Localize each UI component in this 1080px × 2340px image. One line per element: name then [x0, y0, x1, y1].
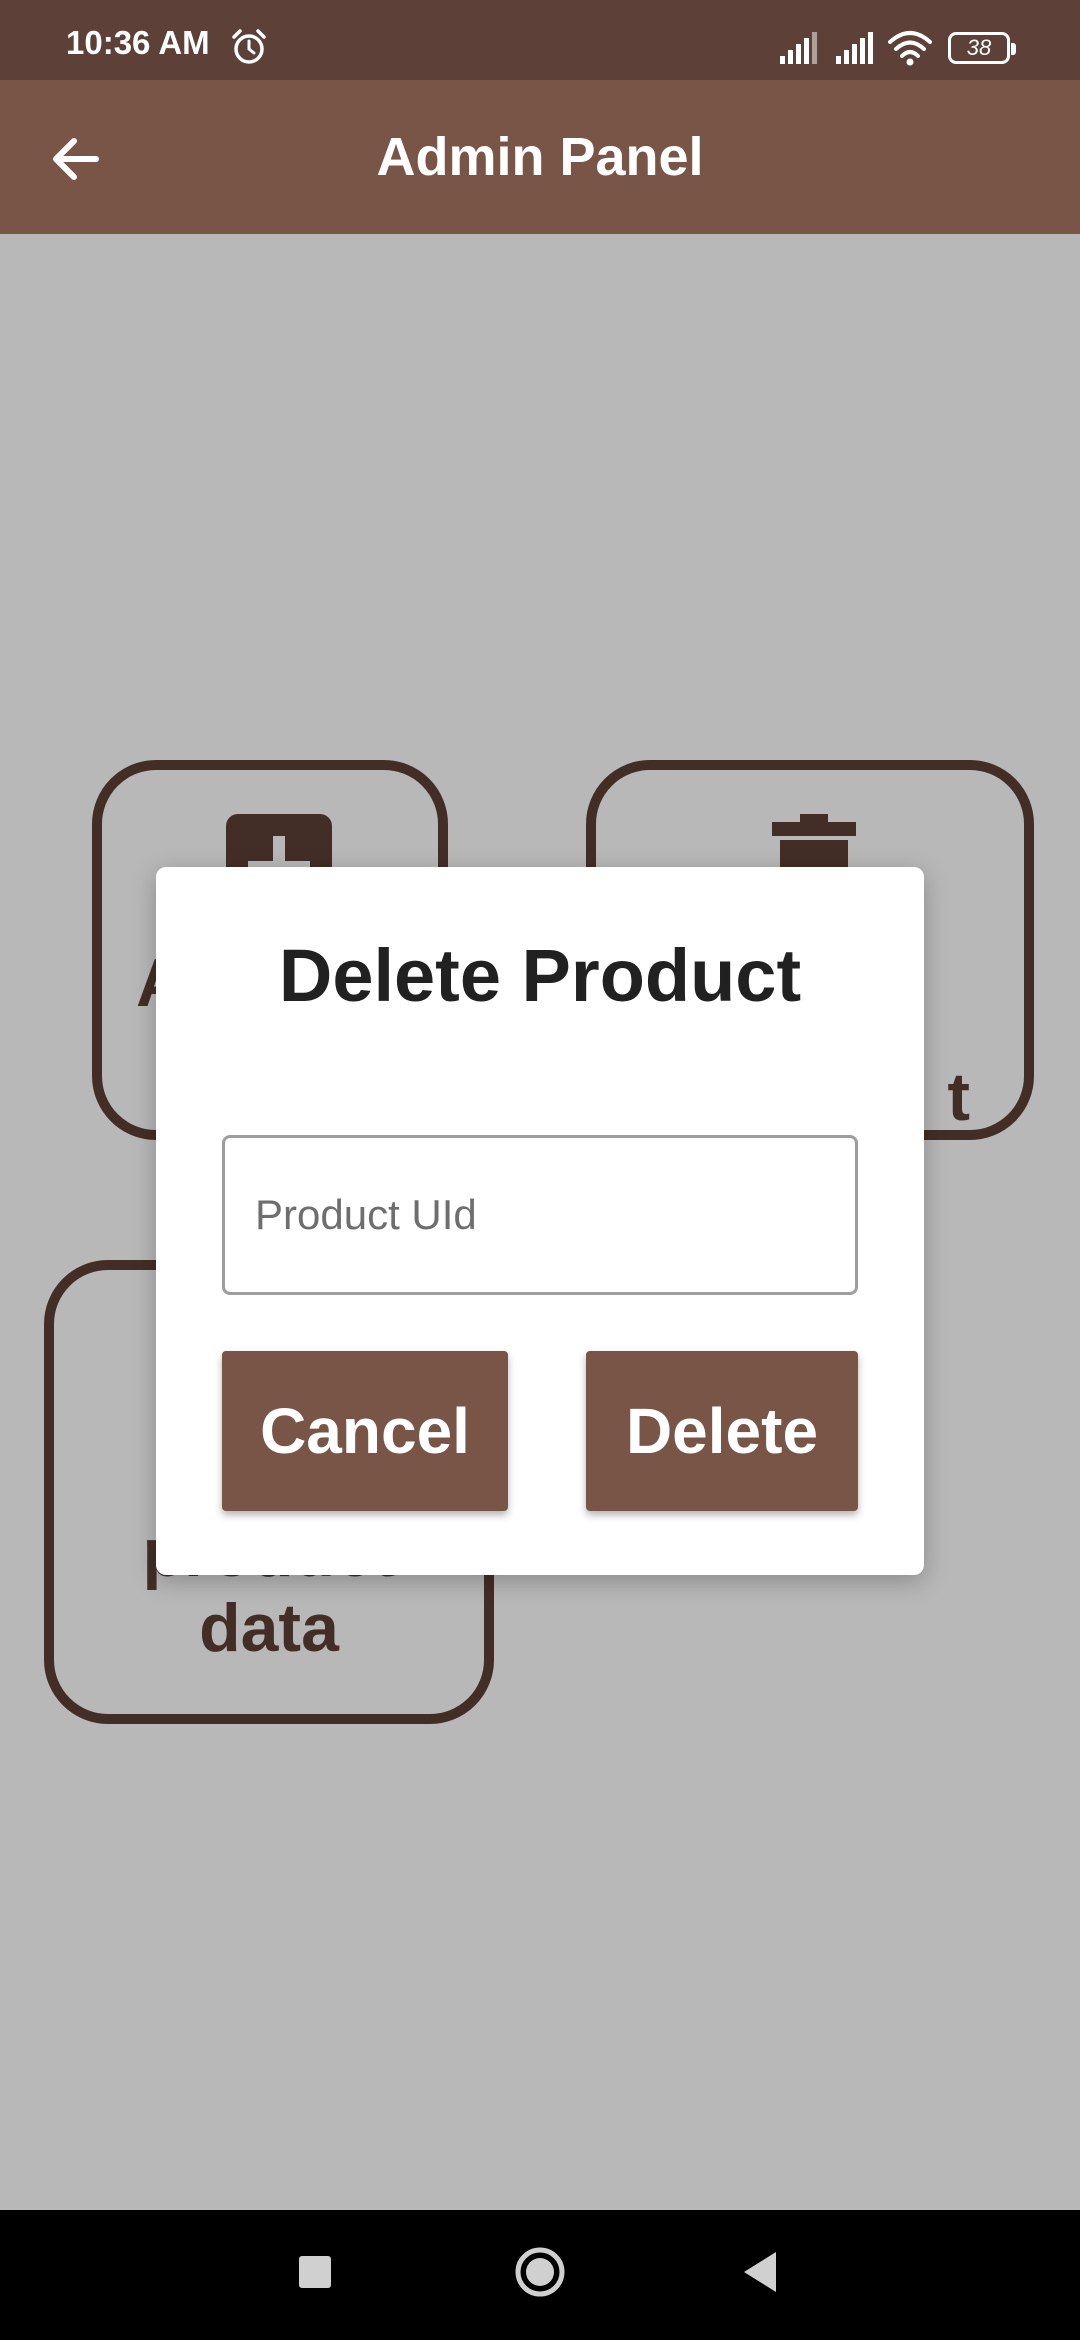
status-time: 10:36 AM	[66, 24, 210, 61]
status-bar: 10:36 AM 38	[0, 0, 1080, 80]
screen: 10:36 AM 38 Admin Panel t data Delete Pr…	[0, 0, 1080, 2340]
product-uid-input[interactable]	[222, 1135, 858, 1295]
signal-icon	[780, 32, 817, 64]
delete-product-dialog: Delete Product Cancel Delete	[156, 867, 924, 1575]
alarm-icon	[232, 29, 266, 64]
page-title: Admin Panel	[376, 127, 704, 187]
battery-icon: 38	[948, 32, 1016, 64]
delete-button[interactable]: Delete	[586, 1351, 858, 1511]
navigation-bar	[0, 2210, 1080, 2340]
recents-icon[interactable]	[299, 2256, 331, 2288]
cancel-button[interactable]: Cancel	[222, 1351, 508, 1511]
dialog-title: Delete Product	[278, 934, 802, 1017]
home-icon[interactable]	[514, 2246, 566, 2298]
wifi-icon	[888, 31, 932, 66]
signal-icon	[836, 32, 873, 64]
arrow-left-icon	[53, 138, 99, 180]
back-button[interactable]	[40, 124, 110, 194]
back-triangle-icon[interactable]	[740, 2248, 780, 2296]
app-bar: Admin Panel	[0, 80, 1080, 234]
